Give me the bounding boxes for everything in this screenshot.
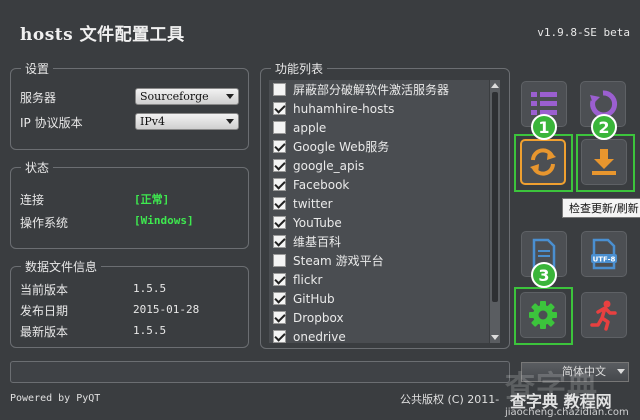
- version-label: v1.9.8-SE beta: [537, 26, 630, 39]
- function-list-group-title: 功能列表: [271, 60, 328, 77]
- function-checkbox[interactable]: [273, 178, 286, 191]
- utf8-file-icon: UTF-8: [591, 238, 617, 270]
- function-checkbox[interactable]: [273, 102, 286, 115]
- function-checkbox[interactable]: [273, 159, 286, 172]
- function-list-scrollbar[interactable]: [490, 80, 500, 343]
- function-checkbox[interactable]: [273, 140, 286, 153]
- function-label: apple: [293, 120, 327, 135]
- check-update-icon: [530, 148, 556, 176]
- function-label: google_apis: [293, 158, 365, 173]
- current-version-label: 当前版本: [20, 283, 69, 297]
- utf8-label: UTF-8: [593, 256, 616, 264]
- ip-version-select[interactable]: IPv4: [135, 113, 239, 130]
- latest-version-value: 1.5.5: [133, 324, 167, 337]
- app-title: hosts 文件配置工具: [20, 25, 185, 45]
- exit-runner-icon: [590, 300, 617, 331]
- scroll-up-icon[interactable]: [491, 83, 499, 88]
- copyright-label: 公共版权 (C) 2011-: [400, 393, 500, 406]
- status-group-title: 状态: [21, 159, 54, 176]
- server-select[interactable]: Sourceforge: [135, 88, 239, 105]
- connection-status: [正常]: [134, 193, 170, 206]
- function-label: twitter: [293, 196, 333, 211]
- latest-version-label: 最新版本: [20, 325, 69, 339]
- function-list-item[interactable]: YouTube: [273, 213, 342, 232]
- step-badge-3: 3: [531, 262, 557, 288]
- settings-group: 设置: [10, 60, 249, 150]
- function-list-item[interactable]: 维基百科: [273, 232, 341, 251]
- function-checkbox[interactable]: [273, 292, 286, 305]
- settings-button[interactable]: [520, 292, 566, 338]
- server-select-value: Sourceforge: [140, 90, 209, 103]
- function-checkbox[interactable]: [273, 254, 286, 267]
- function-list-item[interactable]: google_apis: [273, 156, 364, 175]
- function-list-item[interactable]: Google Web服务: [273, 137, 389, 156]
- download-icon: [592, 149, 616, 175]
- step-badge-1: 1: [531, 114, 557, 140]
- release-date-value: 2015-01-28: [133, 303, 200, 316]
- download-button[interactable]: [581, 139, 627, 185]
- connection-label: 连接: [20, 193, 45, 207]
- function-label: Google Web服务: [293, 140, 390, 154]
- function-checkbox[interactable]: [273, 121, 286, 134]
- ip-version-label: IP 协议版本: [20, 116, 83, 130]
- function-checkbox[interactable]: [273, 273, 286, 286]
- data-info-group-title: 数据文件信息: [21, 258, 102, 275]
- function-list-item[interactable]: twitter: [273, 194, 333, 213]
- function-checkbox[interactable]: [273, 235, 286, 248]
- function-label: YouTube: [293, 215, 342, 230]
- function-label: GitHub: [293, 291, 335, 306]
- function-label: 屏蔽部分破解软件激活服务器: [293, 83, 450, 97]
- settings-gear-icon: [529, 301, 557, 329]
- watermark-url: jiaocheng.chazidian.com: [505, 407, 629, 418]
- function-list-item[interactable]: Dropbox: [273, 308, 344, 327]
- function-list-item[interactable]: Facebook: [273, 175, 349, 194]
- chevron-down-icon: [617, 369, 625, 374]
- function-list-item[interactable]: onedrive: [273, 327, 346, 343]
- check-update-button[interactable]: [520, 139, 566, 185]
- function-label: flickr: [293, 272, 323, 287]
- function-checkbox[interactable]: [273, 197, 286, 210]
- step-badge-2: 2: [591, 114, 617, 140]
- function-label: Facebook: [293, 177, 350, 192]
- scroll-down-icon[interactable]: [491, 335, 499, 340]
- status-group: 状态: [10, 159, 249, 249]
- function-checkbox[interactable]: [273, 216, 286, 229]
- server-label: 服务器: [20, 91, 57, 105]
- function-list-item[interactable]: flickr: [273, 270, 322, 289]
- function-checkbox[interactable]: [273, 311, 286, 324]
- ip-version-select-value: IPv4: [140, 115, 165, 128]
- function-checkbox[interactable]: [273, 83, 286, 96]
- function-list-item[interactable]: apple: [273, 118, 326, 137]
- function-list[interactable]: 屏蔽部分破解软件激活服务器 huhamhire-hosts apple Google …: [269, 80, 489, 343]
- os-label: 操作系统: [20, 216, 69, 230]
- function-label: Steam 游戏平台: [293, 254, 384, 268]
- settings-group-title: 设置: [21, 60, 54, 77]
- function-label: onedrive: [293, 329, 346, 344]
- function-list-item[interactable]: 屏蔽部分破解软件激活服务器: [273, 80, 449, 99]
- function-label: huhamhire-hosts: [293, 101, 395, 116]
- function-checkbox[interactable]: [273, 330, 286, 343]
- utf8-file-button[interactable]: UTF-8: [581, 231, 627, 277]
- scroll-thumb[interactable]: [492, 92, 498, 302]
- message-bar: [10, 361, 510, 383]
- current-version-value: 1.5.5: [133, 282, 167, 295]
- chevron-down-icon: [226, 119, 234, 124]
- update-tooltip: 检查更新/刷新: [562, 198, 640, 218]
- chevron-down-icon: [226, 94, 234, 99]
- release-date-label: 发布日期: [20, 304, 69, 318]
- function-list-item[interactable]: Steam 游戏平台: [273, 251, 384, 270]
- function-label: Dropbox: [293, 310, 344, 325]
- os-status: [Windows]: [134, 214, 194, 227]
- powered-by-label: Powered by PyQT: [10, 393, 101, 404]
- function-label: 维基百科: [293, 235, 342, 249]
- function-list-item[interactable]: GitHub: [273, 289, 335, 308]
- exit-button[interactable]: [581, 292, 627, 338]
- function-list-item[interactable]: huhamhire-hosts: [273, 99, 394, 118]
